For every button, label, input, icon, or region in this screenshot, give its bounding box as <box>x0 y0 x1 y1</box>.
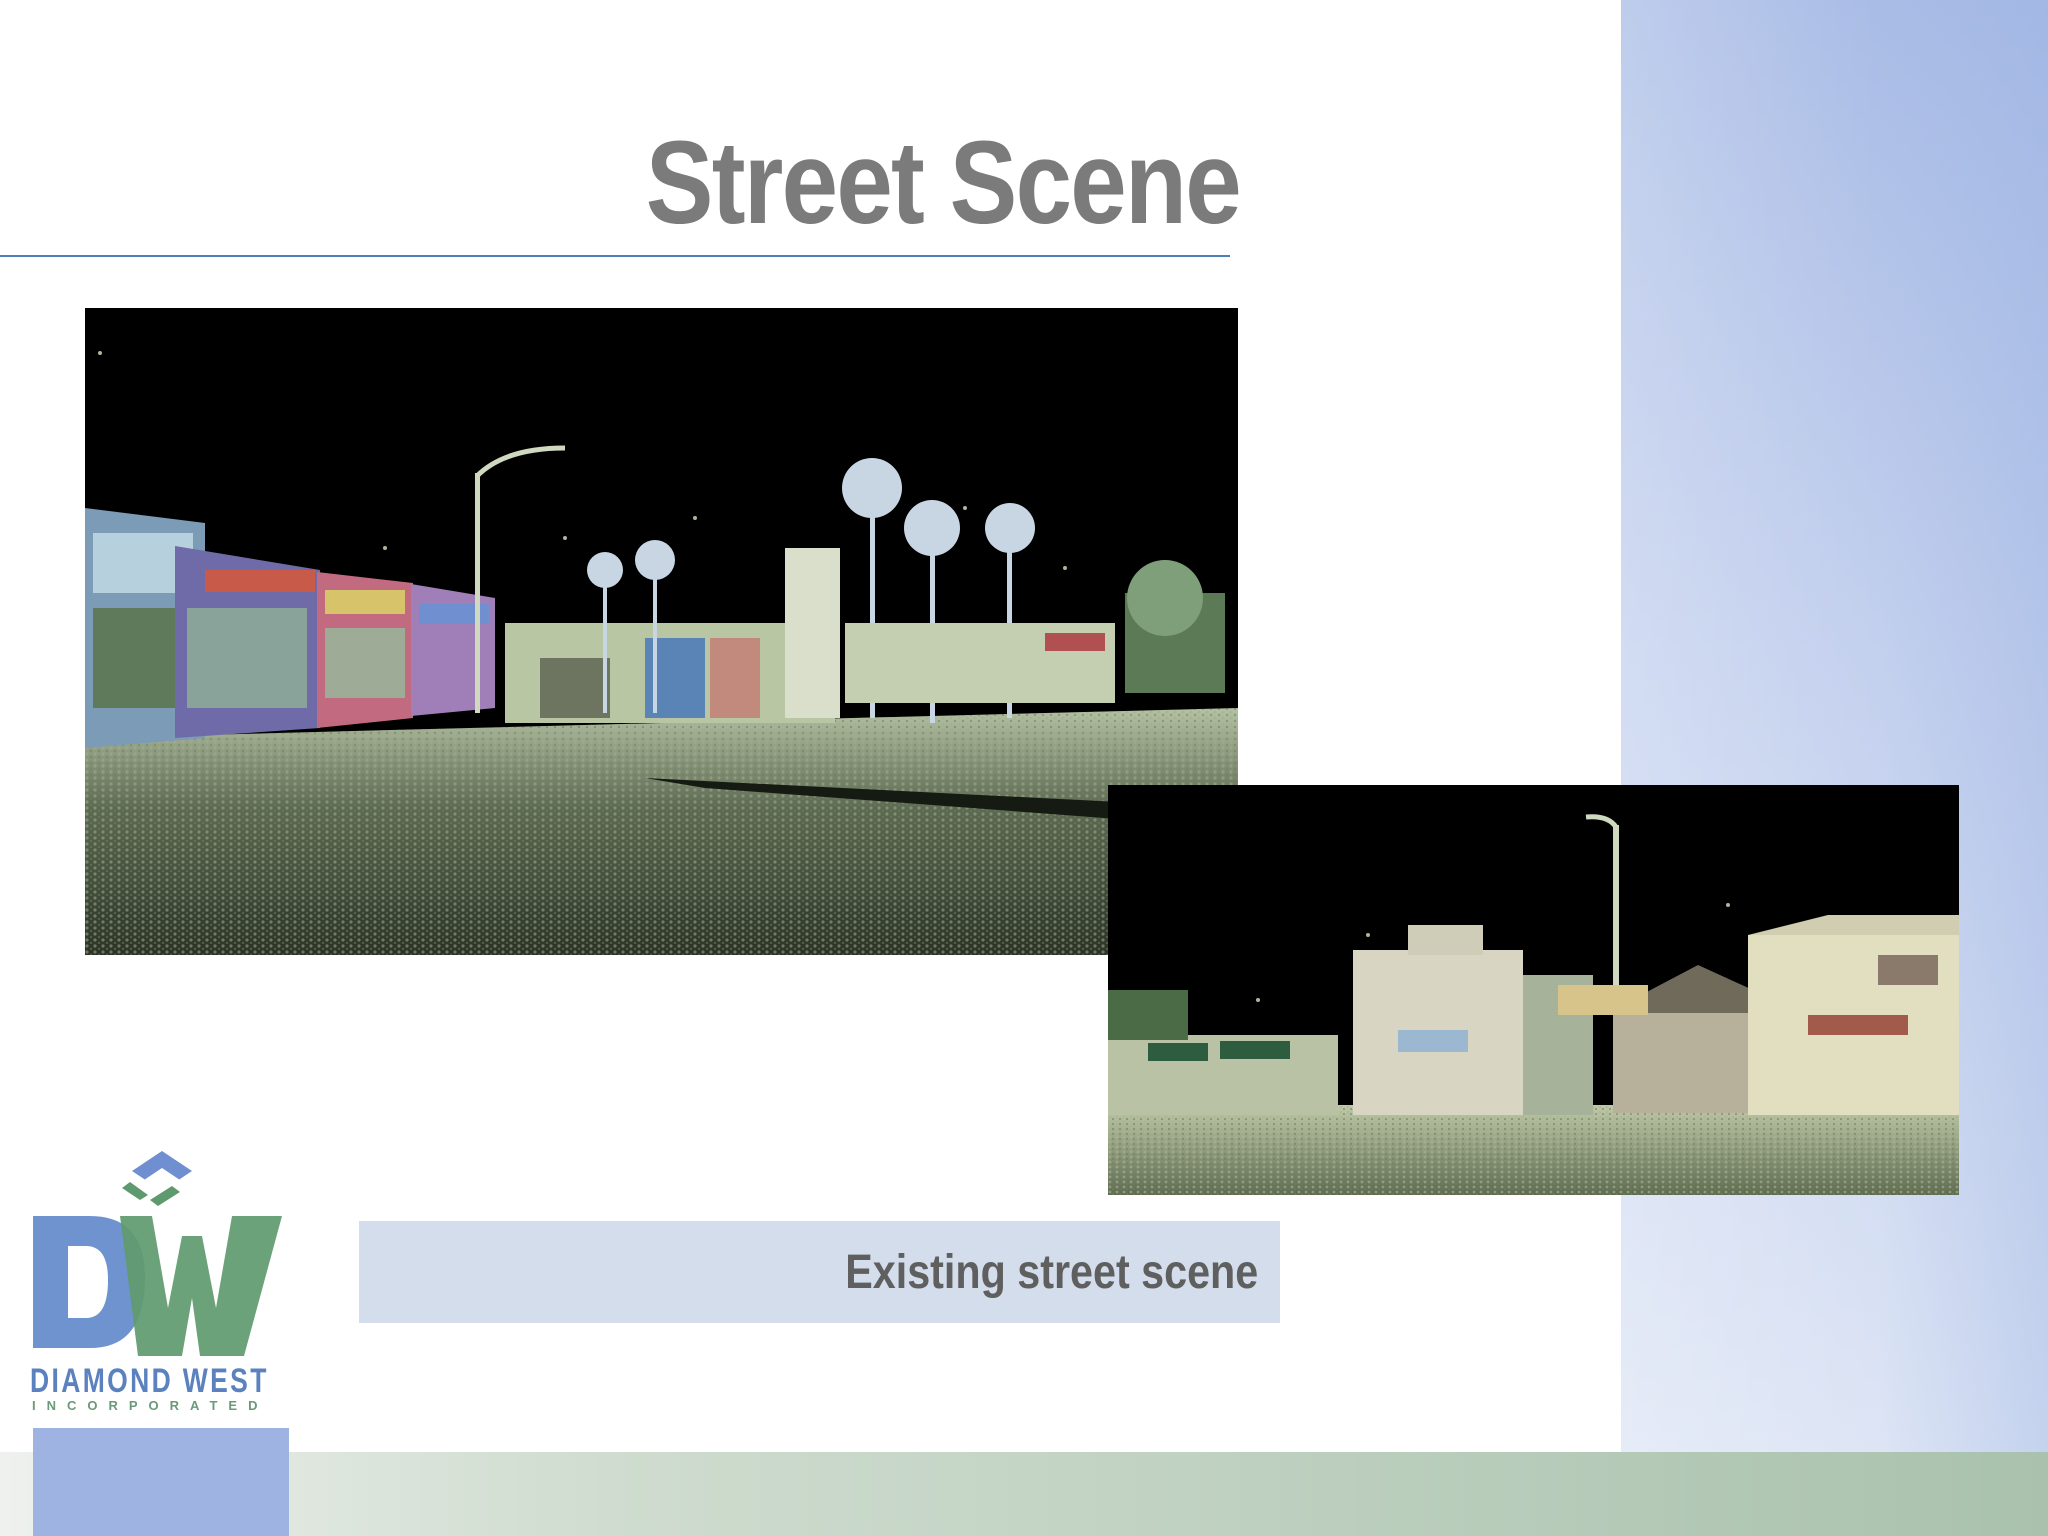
point-cloud-scan-street-view <box>85 308 1238 955</box>
decorative-side-panel <box>1621 0 2048 1452</box>
caption-text: Existing street scene <box>845 1246 1258 1299</box>
title-divider <box>0 255 1230 257</box>
decorative-bottom-band <box>0 1452 2048 1536</box>
logo-company-name: DIAMOND WEST <box>30 1362 269 1400</box>
decorative-bottom-block <box>33 1428 289 1536</box>
company-logo: DIAMOND WEST INCORPORATED <box>30 1148 286 1418</box>
caption-box: Existing street scene <box>359 1221 1280 1323</box>
slide-title: Street Scene <box>645 117 1242 249</box>
point-cloud-scan-storefronts <box>1108 785 1959 1195</box>
logo-subtitle: INCORPORATED <box>32 1398 269 1413</box>
